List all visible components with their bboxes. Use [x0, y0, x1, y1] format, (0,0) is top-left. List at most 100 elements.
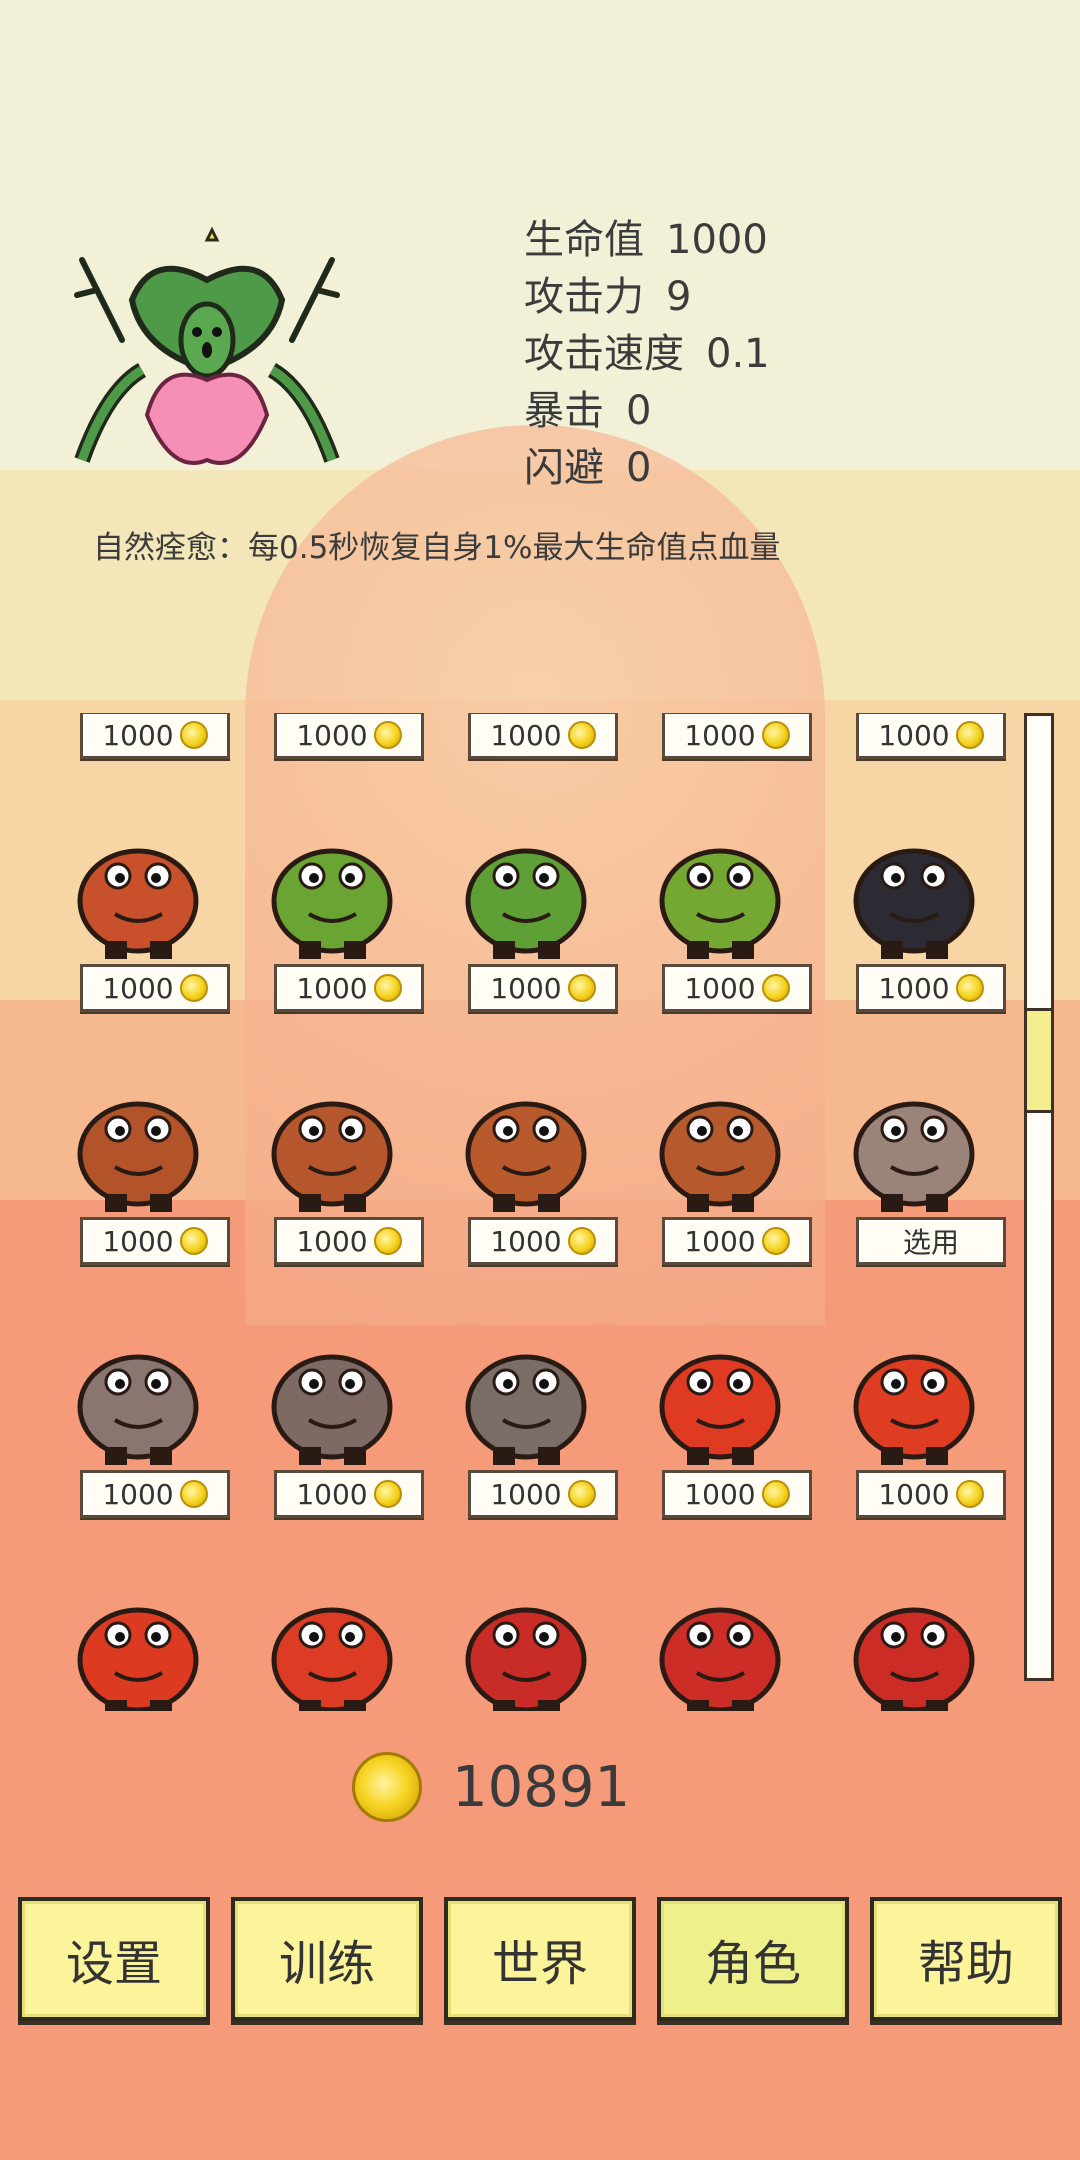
- price-tag[interactable]: 1000: [80, 1470, 230, 1518]
- character-card[interactable]: 1000: [234, 1059, 428, 1312]
- coin-icon: [567, 1227, 596, 1255]
- price-tag[interactable]: 1000: [468, 1470, 618, 1518]
- help-button[interactable]: 帮助: [870, 1897, 1062, 2021]
- character-card[interactable]: 1000: [234, 806, 428, 1059]
- bottom-nav: 设置 训练 世界 角色 帮助: [18, 1897, 1062, 2021]
- sword-rock-sprite: [465, 1354, 587, 1465]
- character-card[interactable]: 1000: [622, 1059, 816, 1312]
- coin-icon: [179, 1480, 208, 1508]
- character-card[interactable]: 1000: [40, 713, 234, 806]
- price-value: 1000: [296, 971, 368, 1005]
- select-label: 选用: [902, 1226, 959, 1259]
- price-tag[interactable]: 1000: [274, 964, 424, 1012]
- scrollbar-thumb[interactable]: [1024, 1008, 1054, 1113]
- coin-icon: [373, 1480, 402, 1508]
- character-card[interactable]: 1000: [428, 806, 622, 1059]
- bandana-lizard-sprite: [77, 848, 199, 959]
- stat-value: 0: [626, 388, 652, 434]
- price-tag[interactable]: 1000: [662, 964, 812, 1012]
- character-card[interactable]: 1000: [40, 1059, 234, 1312]
- price-value: 1000: [296, 718, 368, 752]
- stat-value: 1000: [666, 217, 768, 263]
- red-mustache-croc-sprite: [853, 1354, 975, 1465]
- price-value: 1000: [296, 1477, 368, 1511]
- stat-label: 生命值: [524, 217, 644, 263]
- world-button[interactable]: 世界: [444, 1897, 636, 2021]
- coin-icon: [761, 1480, 790, 1508]
- price-value: 1000: [684, 1477, 756, 1511]
- price-tag[interactable]: 1000: [856, 1470, 1006, 1518]
- character-card[interactable]: 1000: [816, 713, 1010, 806]
- stat-value: 9: [666, 274, 692, 320]
- price-tag[interactable]: 1000: [274, 713, 424, 759]
- red-devil-sprite: [465, 1607, 587, 1711]
- training-button[interactable]: 训练: [231, 1897, 423, 2021]
- coin-icon: [179, 1227, 208, 1255]
- price-tag[interactable]: 1000: [662, 713, 812, 759]
- coin-icon: [761, 974, 790, 1002]
- price-tag[interactable]: 1000: [274, 1470, 424, 1518]
- character-card[interactable]: [622, 1565, 816, 1711]
- character-card[interactable]: 1000: [40, 806, 234, 1059]
- price-tag[interactable]: 1000: [468, 964, 618, 1012]
- green-ogre-sprite: [465, 848, 587, 959]
- character-card[interactable]: 1000: [234, 1312, 428, 1565]
- price-tag[interactable]: 1000: [468, 713, 618, 759]
- goblin-spearman-sprite: [659, 848, 781, 959]
- price-tag[interactable]: 1000: [856, 713, 1006, 759]
- character-card[interactable]: 1000: [816, 806, 1010, 1059]
- character-card[interactable]: [428, 1565, 622, 1711]
- character-card[interactable]: 1000: [428, 713, 622, 806]
- character-grid-scrollbar[interactable]: [1024, 713, 1054, 1681]
- price-tag[interactable]: 1000: [468, 1217, 618, 1265]
- block-golem-sprite: [271, 1354, 393, 1465]
- price-value: 1000: [296, 1224, 368, 1258]
- coin-icon: [567, 721, 596, 749]
- stat-hp: 生命值 1000: [524, 212, 770, 269]
- character-card[interactable]: 1000: [428, 1059, 622, 1312]
- price-tag[interactable]: 1000: [662, 1470, 812, 1518]
- red-croc-grin-sprite: [271, 1607, 393, 1711]
- price-tag[interactable]: 1000: [80, 964, 230, 1012]
- ring-bull-sprite: [271, 1101, 393, 1212]
- character-card[interactable]: 1000: [234, 713, 428, 806]
- character-card[interactable]: 1000: [428, 1312, 622, 1565]
- stat-attack: 攻击力 9: [524, 269, 770, 326]
- price-tag[interactable]: 1000: [662, 1217, 812, 1265]
- character-card[interactable]: 1000: [622, 1312, 816, 1565]
- character-button[interactable]: 角色: [657, 1897, 849, 2021]
- coin-amount: 10891: [452, 1754, 631, 1820]
- character-card[interactable]: 1000: [816, 1312, 1010, 1565]
- select-button[interactable]: 选用: [856, 1217, 1006, 1265]
- character-card[interactable]: 选用: [816, 1059, 1010, 1312]
- settings-button[interactable]: 设置: [18, 1897, 210, 2021]
- rock-golem-sprite: [77, 1354, 199, 1465]
- coin-icon: [179, 974, 208, 1002]
- price-tag[interactable]: 1000: [274, 1217, 424, 1265]
- red-croc-sprite: [659, 1354, 781, 1465]
- price-value: 1000: [102, 1477, 174, 1511]
- stat-label: 攻击力: [524, 274, 644, 320]
- stat-attack-speed: 攻击速度 0.1: [524, 326, 770, 383]
- coin-icon: [352, 1752, 422, 1822]
- price-tag[interactable]: 1000: [80, 713, 230, 759]
- character-card[interactable]: [234, 1565, 428, 1711]
- character-card[interactable]: 1000: [622, 713, 816, 806]
- price-tag[interactable]: 1000: [80, 1217, 230, 1265]
- price-tag[interactable]: 1000: [856, 964, 1006, 1012]
- coin-icon: [567, 974, 596, 1002]
- character-card[interactable]: [40, 1565, 234, 1711]
- price-value: 1000: [490, 971, 562, 1005]
- stats-panel: 生命值 1000 攻击力 9 攻击速度 0.1 暴击 0 闪避 0: [524, 212, 770, 497]
- character-card[interactable]: [816, 1565, 1010, 1711]
- bull-warrior-sprite: [465, 1101, 587, 1212]
- character-grid[interactable]: 1000 1000 1000 1000 1000 1000 1000 1000 1000 1000…: [22, 713, 1022, 1711]
- character-card[interactable]: 1000: [40, 1312, 234, 1565]
- price-value: 1000: [102, 971, 174, 1005]
- horned-bull-sprite: [659, 1101, 781, 1212]
- price-value: 1000: [684, 718, 756, 752]
- coin-icon: [761, 1227, 790, 1255]
- character-card[interactable]: 1000: [622, 806, 816, 1059]
- price-value: 1000: [490, 1224, 562, 1258]
- brown-bull-sprite: [77, 1101, 199, 1212]
